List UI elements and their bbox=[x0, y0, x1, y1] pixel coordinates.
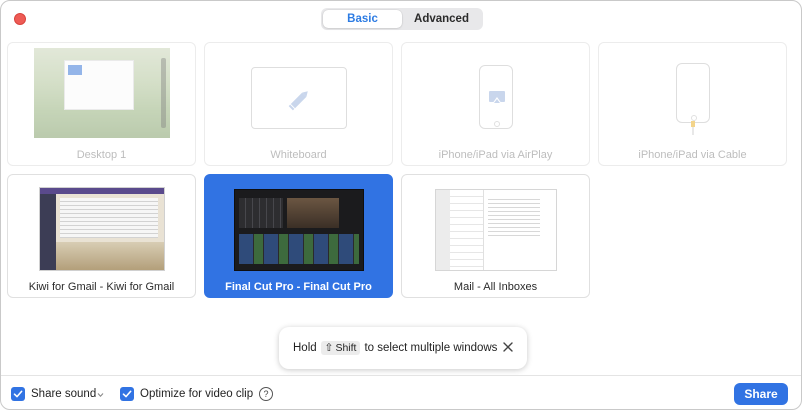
hint-suffix: to select multiple windows bbox=[364, 342, 498, 354]
share-screen-window: Basic Advanced Desktop 1 Whiteboard iPho… bbox=[0, 0, 802, 410]
optimize-video-label[interactable]: Optimize for video clip bbox=[140, 388, 253, 400]
shift-key-label: Shift bbox=[335, 342, 357, 354]
share-sound-label[interactable]: Share sound bbox=[31, 388, 96, 400]
phone-frame bbox=[478, 65, 513, 129]
whiteboard-frame bbox=[250, 67, 347, 129]
shift-key-badge: ⇧ Shift bbox=[320, 341, 361, 355]
close-icon[interactable] bbox=[501, 340, 515, 354]
final-cut-pro-thumbnail bbox=[233, 189, 364, 271]
tile-airplay: iPhone/iPad via AirPlay bbox=[401, 42, 590, 166]
tile-desktop-1: Desktop 1 bbox=[7, 42, 196, 166]
airplay-icon bbox=[488, 91, 505, 127]
kiwi-thumbnail bbox=[38, 187, 165, 271]
mode-segmented-control: Basic Advanced bbox=[321, 8, 483, 30]
mail-thumbnail bbox=[434, 189, 557, 271]
chevron-down-icon[interactable] bbox=[97, 392, 104, 398]
tab-basic[interactable]: Basic bbox=[323, 10, 402, 28]
multi-select-hint-toast: Hold ⇧ Shift to select multiple windows bbox=[279, 327, 527, 369]
share-button[interactable]: Share bbox=[734, 383, 788, 405]
shift-icon: ⇧ bbox=[324, 342, 334, 354]
footer-bar: Share sound Optimize for video clip ? Sh… bbox=[1, 375, 801, 409]
tile-cable: iPhone/iPad via Cable bbox=[598, 42, 787, 166]
tile-label: Whiteboard bbox=[270, 149, 327, 161]
checkmark-icon bbox=[13, 390, 23, 398]
desktop-thumbnail bbox=[33, 48, 170, 138]
tile-label: Final Cut Pro - Final Cut Pro bbox=[225, 281, 372, 293]
tile-label: Kiwi for Gmail - Kiwi for Gmail bbox=[28, 281, 175, 293]
checkmark-icon bbox=[122, 390, 132, 398]
cable-icon bbox=[691, 121, 695, 135]
tile-label: iPhone/iPad via AirPlay bbox=[438, 149, 553, 161]
tile-label: iPhone/iPad via Cable bbox=[638, 149, 747, 161]
tile-label: Desktop 1 bbox=[76, 149, 127, 161]
help-icon[interactable]: ? bbox=[259, 387, 273, 401]
tile-mail-all-inboxes[interactable]: Mail - All Inboxes bbox=[401, 174, 590, 298]
hint-prefix: Hold bbox=[293, 342, 317, 354]
tile-final-cut-pro[interactable]: Final Cut Pro - Final Cut Pro bbox=[204, 174, 393, 298]
window-close-button[interactable] bbox=[14, 13, 26, 25]
tile-whiteboard: Whiteboard bbox=[204, 42, 393, 166]
pencil-icon bbox=[288, 91, 308, 111]
phone-frame bbox=[675, 63, 710, 123]
phone-icon bbox=[690, 115, 697, 121]
share-sound-checkbox[interactable] bbox=[11, 387, 25, 401]
tile-label: Mail - All Inboxes bbox=[453, 281, 538, 293]
tile-kiwi-for-gmail[interactable]: Kiwi for Gmail - Kiwi for Gmail bbox=[7, 174, 196, 298]
tab-advanced[interactable]: Advanced bbox=[402, 10, 481, 28]
optimize-video-checkbox[interactable] bbox=[120, 387, 134, 401]
